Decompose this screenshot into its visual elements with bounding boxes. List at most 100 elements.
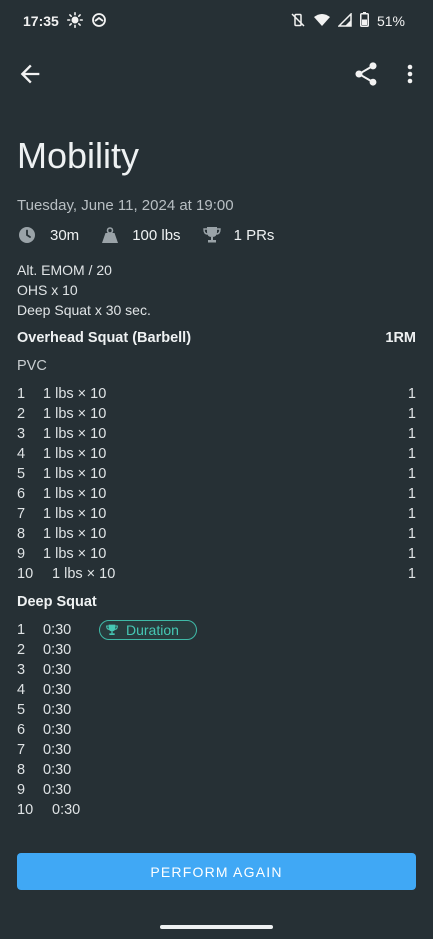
back-button[interactable] bbox=[16, 60, 44, 88]
exercise-name: Overhead Squat (Barbell) bbox=[17, 330, 192, 346]
set-1rm: 1 bbox=[407, 566, 416, 582]
set-number: 7 bbox=[17, 742, 26, 758]
workout-description: Alt. EMOM / 20 OHS x 10 Deep Squat x 30 … bbox=[17, 260, 151, 320]
set-value: 1 lbs × 10 bbox=[43, 426, 107, 442]
set-row: 5 1 lbs × 10 1 bbox=[17, 466, 416, 486]
set-number: 10 bbox=[17, 566, 34, 582]
arrow-back-icon bbox=[20, 64, 40, 84]
exercise-note: PVC bbox=[17, 358, 47, 374]
set-value: 0:30 bbox=[43, 702, 72, 718]
wifi-icon bbox=[313, 13, 330, 30]
volume-stat: 100 lbs bbox=[101, 226, 181, 244]
brightness-icon bbox=[66, 11, 83, 31]
set-row: 1 1 lbs × 10 1 bbox=[17, 386, 416, 406]
set-value: 0:30 bbox=[43, 782, 72, 798]
set-row: 9 0:30 bbox=[17, 782, 416, 802]
app-bar bbox=[0, 52, 433, 94]
set-1rm: 1 bbox=[407, 426, 416, 442]
set-1rm: 1 bbox=[407, 486, 416, 502]
status-bar: 17:35 51% bbox=[0, 0, 433, 42]
volume-value: 100 lbs bbox=[132, 226, 181, 244]
set-row: 4 1 lbs × 10 1 bbox=[17, 446, 416, 466]
trophy-icon bbox=[106, 624, 118, 635]
set-number: 7 bbox=[17, 506, 26, 522]
prs-value: 1 PRs bbox=[233, 226, 275, 244]
set-value: 0:30 bbox=[43, 722, 72, 738]
set-value: 1 lbs × 10 bbox=[43, 466, 107, 482]
set-row: 10 0:30 bbox=[17, 802, 416, 822]
set-number: 9 bbox=[17, 546, 26, 562]
description-line: OHS x 10 bbox=[17, 282, 78, 298]
set-row: 4 0:30 bbox=[17, 682, 416, 702]
set-row: 3 1 lbs × 10 1 bbox=[17, 426, 416, 446]
set-row: 1 0:30 Duration bbox=[17, 620, 416, 642]
set-row: 8 1 lbs × 10 1 bbox=[17, 526, 416, 546]
set-number: 10 bbox=[17, 802, 34, 818]
set-number: 3 bbox=[17, 662, 26, 678]
set-row: 10 1 lbs × 10 1 bbox=[17, 566, 416, 586]
set-number: 8 bbox=[17, 526, 26, 542]
set-1rm: 1 bbox=[407, 446, 416, 462]
set-row: 2 0:30 bbox=[17, 642, 416, 662]
set-row: 3 0:30 bbox=[17, 662, 416, 682]
workout-stats: 30m 100 lbs 1 PRs bbox=[17, 223, 274, 247]
set-value: 0:30 bbox=[43, 762, 72, 778]
home-indicator[interactable] bbox=[160, 925, 273, 929]
workout-date: Tuesday, June 11, 2024 at 19:00 bbox=[17, 197, 234, 214]
set-number: 2 bbox=[17, 642, 26, 658]
set-number: 4 bbox=[17, 682, 26, 698]
duration-stat: 30m bbox=[17, 225, 79, 245]
set-row: 6 1 lbs × 10 1 bbox=[17, 486, 416, 506]
set-value: 0:30 bbox=[43, 742, 72, 758]
set-value: 1 lbs × 10 bbox=[52, 566, 116, 582]
clock-icon bbox=[19, 227, 35, 243]
perform-again-button[interactable]: PERFORM AGAIN bbox=[17, 853, 416, 890]
set-value: 0:30 bbox=[43, 662, 72, 678]
set-row: 9 1 lbs × 10 1 bbox=[17, 546, 416, 566]
set-number: 5 bbox=[17, 702, 26, 718]
set-value: 1 lbs × 10 bbox=[43, 406, 107, 422]
share-button[interactable] bbox=[352, 60, 380, 88]
set-value: 0:30 bbox=[43, 622, 72, 638]
set-row: 6 0:30 bbox=[17, 722, 416, 742]
set-number: 5 bbox=[17, 466, 26, 482]
set-value: 1 lbs × 10 bbox=[43, 506, 107, 522]
prs-stat: 1 PRs bbox=[202, 226, 275, 244]
trophy-icon bbox=[202, 227, 221, 243]
one-rep-max-header: 1RM bbox=[385, 330, 416, 346]
set-row: 2 1 lbs × 10 1 bbox=[17, 406, 416, 426]
set-1rm: 1 bbox=[407, 466, 416, 482]
battery-icon bbox=[359, 12, 369, 30]
set-value: 0:30 bbox=[43, 682, 72, 698]
exercise-name: Deep Squat bbox=[17, 594, 97, 610]
set-number: 6 bbox=[17, 486, 26, 502]
pr-badge-label: Duration bbox=[126, 622, 179, 638]
more-vert-icon bbox=[407, 64, 413, 84]
vibrate-off-icon bbox=[290, 12, 306, 31]
battery-level: 51% bbox=[376, 13, 405, 29]
set-number: 9 bbox=[17, 782, 26, 798]
set-value: 1 lbs × 10 bbox=[43, 486, 107, 502]
set-1rm: 1 bbox=[407, 506, 416, 522]
set-value: 1 lbs × 10 bbox=[43, 386, 107, 402]
set-value: 1 lbs × 10 bbox=[43, 526, 107, 542]
share-icon bbox=[355, 62, 377, 86]
set-value: 1 lbs × 10 bbox=[43, 546, 107, 562]
set-1rm: 1 bbox=[407, 546, 416, 562]
duration-value: 30m bbox=[50, 226, 80, 244]
set-number: 4 bbox=[17, 446, 26, 462]
set-row: 5 0:30 bbox=[17, 702, 416, 722]
signal-icon bbox=[337, 11, 352, 30]
weight-icon bbox=[102, 227, 119, 243]
more-options-button[interactable] bbox=[398, 60, 422, 88]
set-number: 8 bbox=[17, 762, 26, 778]
status-time: 17:35 bbox=[23, 13, 59, 29]
set-value: 0:30 bbox=[52, 802, 81, 818]
pr-badge: Duration bbox=[99, 620, 197, 640]
set-value: 0:30 bbox=[43, 642, 72, 658]
set-number: 1 bbox=[17, 622, 26, 638]
set-row: 7 1 lbs × 10 1 bbox=[17, 506, 416, 526]
set-1rm: 1 bbox=[407, 406, 416, 422]
set-1rm: 1 bbox=[407, 386, 416, 402]
set-value: 1 lbs × 10 bbox=[43, 446, 107, 462]
